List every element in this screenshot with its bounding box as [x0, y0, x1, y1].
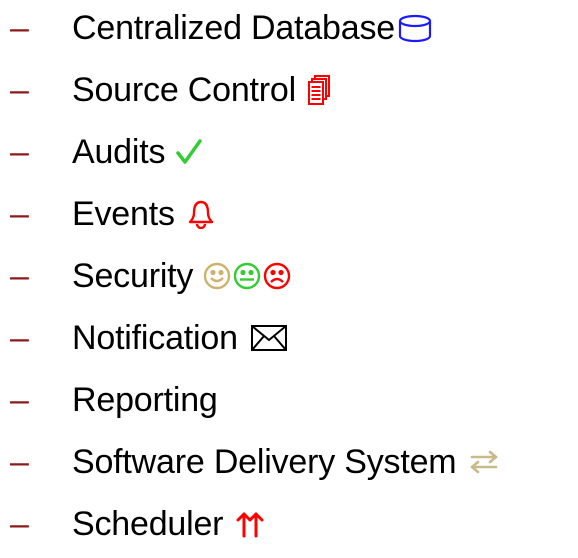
list-item-audits: – Audits: [0, 124, 578, 180]
list-item-scheduler: – Scheduler: [0, 496, 578, 552]
item-label: Events: [72, 194, 175, 233]
item-label: Centralized Database: [72, 8, 395, 47]
list-item-security: – Security: [0, 248, 578, 304]
bullet-dash: –: [10, 443, 29, 481]
list-item-notification: – Notification: [0, 310, 578, 366]
bell-icon: [187, 199, 215, 229]
bullet-dash: –: [10, 505, 29, 543]
envelope-icon: [250, 324, 288, 352]
bullet-dash: –: [10, 381, 29, 419]
list-item-source-control: – Source Control: [0, 62, 578, 118]
list-item-events: – Events: [0, 186, 578, 242]
item-label: Notification: [72, 318, 238, 357]
list-item-centralized-database: – Centralized Database: [0, 0, 578, 56]
bullet-dash: –: [10, 133, 29, 171]
item-label: Source Control: [72, 70, 296, 109]
bullet-dash: –: [10, 257, 29, 295]
bullet-dash: –: [10, 319, 29, 357]
item-label: Audits: [72, 132, 166, 171]
item-label: Security: [72, 256, 194, 295]
exchange-arrows-icon: [468, 450, 500, 474]
item-label: Reporting: [72, 380, 218, 419]
item-label: Software Delivery System: [72, 442, 457, 481]
item-label: Scheduler: [72, 504, 224, 543]
bullet-dash: –: [10, 71, 29, 109]
smiley-faces-icon: [203, 261, 293, 291]
checkmark-icon: [175, 138, 203, 166]
documents-icon: [306, 74, 332, 106]
bullet-dash: –: [10, 195, 29, 233]
list-item-reporting: – Reporting: [0, 372, 578, 428]
double-up-arrow-icon: [235, 509, 265, 539]
list-item-software-delivery-system: – Software Delivery System: [0, 434, 578, 490]
database-icon: [397, 13, 433, 43]
bullet-dash: –: [10, 9, 29, 47]
